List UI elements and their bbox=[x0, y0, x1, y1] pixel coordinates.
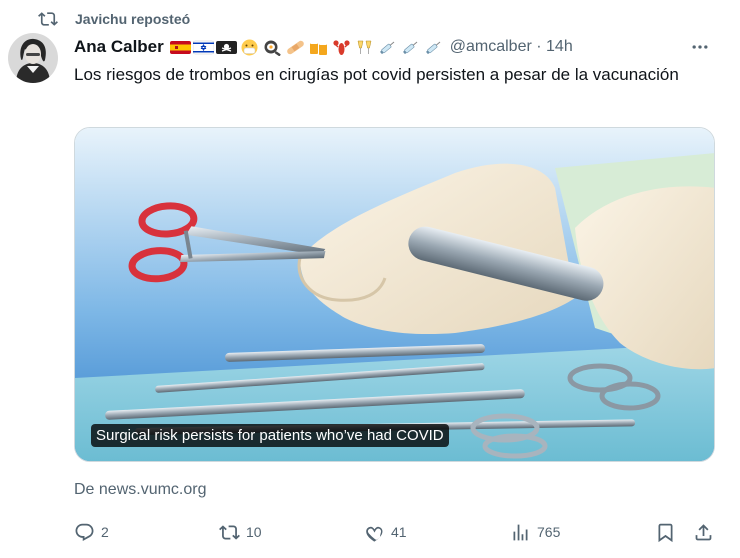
syringe-icon bbox=[402, 41, 418, 54]
reply-count: 2 bbox=[101, 524, 109, 540]
repost-button[interactable]: 10 bbox=[219, 519, 262, 545]
bandage-icon bbox=[286, 40, 304, 54]
tweet-text: Los riesgos de trombos en cirugías pot c… bbox=[74, 65, 679, 84]
champagne-glasses-icon bbox=[357, 40, 372, 54]
repost-indicator[interactable]: Javichu reposteó bbox=[38, 8, 190, 30]
beer-mugs-icon bbox=[309, 40, 327, 55]
reply-icon bbox=[75, 523, 94, 541]
repost-count: 10 bbox=[246, 524, 262, 540]
frying-pan-icon bbox=[264, 40, 281, 56]
syringe-icon bbox=[379, 41, 395, 54]
bookmark-button[interactable] bbox=[655, 519, 676, 545]
more-options-button[interactable] bbox=[688, 35, 712, 59]
action-bar: 2 10 41 765 bbox=[74, 519, 719, 545]
more-icon bbox=[692, 45, 708, 49]
author-emoji-list bbox=[169, 39, 444, 56]
repost-icon bbox=[38, 12, 58, 26]
israel-flag-icon bbox=[192, 40, 214, 54]
link-card-image[interactable]: Surgical risk persists for patients who’… bbox=[74, 127, 715, 462]
mask-face-icon bbox=[241, 39, 258, 55]
link-source[interactable]: De news.vumc.org bbox=[74, 481, 207, 499]
like-button[interactable]: 41 bbox=[364, 519, 407, 545]
author-name[interactable]: Ana Calber bbox=[74, 37, 164, 57]
like-count: 41 bbox=[391, 524, 407, 540]
media-caption: Surgical risk persists for patients who’… bbox=[91, 424, 449, 447]
pirate-flag-icon bbox=[215, 40, 237, 54]
heart-icon bbox=[366, 526, 383, 542]
handle-and-time[interactable]: @amcalber · 14h bbox=[450, 38, 573, 56]
reply-button[interactable]: 2 bbox=[74, 519, 109, 545]
views-count: 765 bbox=[537, 524, 561, 540]
spain-flag-icon bbox=[169, 40, 191, 54]
repost-icon bbox=[219, 524, 240, 540]
syringe-icon bbox=[425, 41, 441, 54]
repost-text: Javichu reposteó bbox=[75, 11, 191, 27]
lobster-icon bbox=[333, 39, 350, 55]
views-button[interactable]: 765 bbox=[510, 519, 560, 545]
tweet-header: Ana Calber @amcalber · 14h bbox=[74, 35, 720, 59]
share-button[interactable] bbox=[693, 519, 714, 545]
analytics-icon bbox=[513, 524, 528, 540]
surgical-instruments-image bbox=[75, 128, 714, 461]
bookmark-icon bbox=[658, 523, 673, 542]
share-icon bbox=[695, 523, 712, 540]
avatar[interactable] bbox=[8, 33, 58, 83]
